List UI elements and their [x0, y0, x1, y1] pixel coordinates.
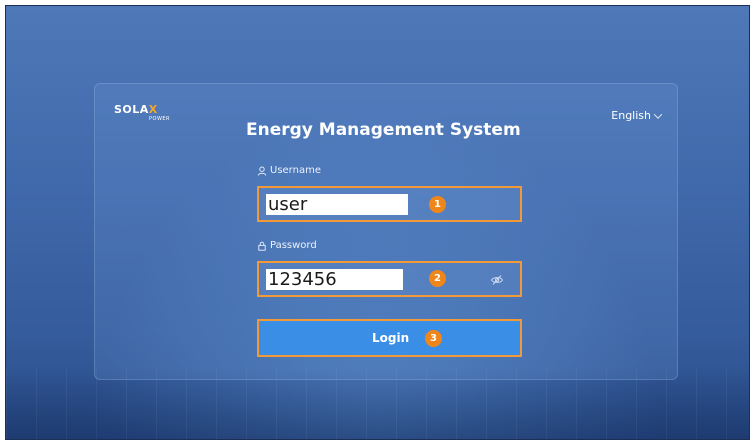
login-button-label: Login [372, 331, 410, 345]
username-value[interactable]: user [266, 194, 408, 215]
lock-icon [258, 241, 266, 251]
step-badge-3: 3 [425, 330, 442, 347]
screen: SOLAX POWER English Energy Management Sy… [0, 0, 755, 444]
username-label-text: Username [270, 165, 321, 176]
eye-off-icon[interactable] [490, 273, 504, 287]
chevron-down-icon [653, 109, 663, 119]
language-label: English [611, 109, 651, 122]
password-label: Password [257, 240, 317, 251]
username-label: Username [257, 165, 321, 176]
logo-accent: X [148, 103, 158, 116]
username-field[interactable]: user 1 [257, 186, 522, 222]
login-page: SOLAX POWER English Energy Management Sy… [5, 5, 750, 440]
language-selector[interactable]: English [611, 109, 663, 122]
step-badge-1: 1 [429, 196, 446, 213]
solax-logo: SOLAX POWER [114, 104, 178, 124]
user-icon [257, 166, 267, 176]
step-badge-2: 2 [429, 270, 446, 287]
logo-text: SOLA [114, 103, 149, 116]
login-button[interactable]: Login 3 [257, 319, 522, 357]
password-value[interactable]: 123456 [266, 269, 403, 290]
logo-wordmark: SOLAX [114, 104, 158, 116]
page-title: Energy Management System [246, 120, 521, 140]
password-field[interactable]: 123456 2 [257, 261, 522, 297]
password-label-text: Password [270, 240, 317, 251]
login-card: SOLAX POWER English Energy Management Sy… [94, 83, 678, 380]
logo-subtext: POWER [149, 116, 171, 122]
